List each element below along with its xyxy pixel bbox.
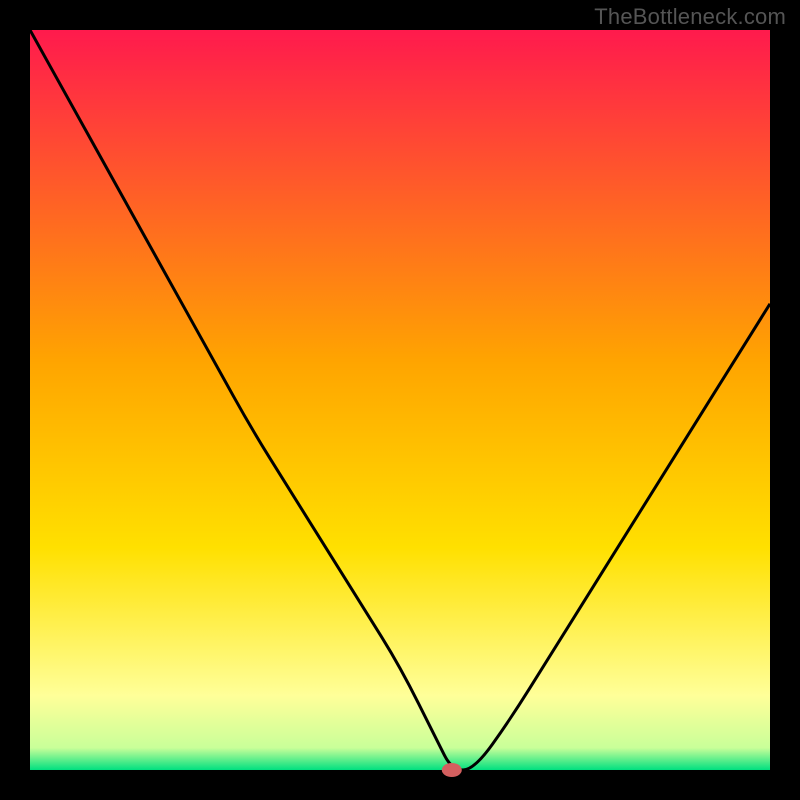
- plot-background: [30, 30, 770, 770]
- chart-frame: TheBottleneck.com: [0, 0, 800, 800]
- optimum-marker: [442, 763, 462, 777]
- bottleneck-chart: [0, 0, 800, 800]
